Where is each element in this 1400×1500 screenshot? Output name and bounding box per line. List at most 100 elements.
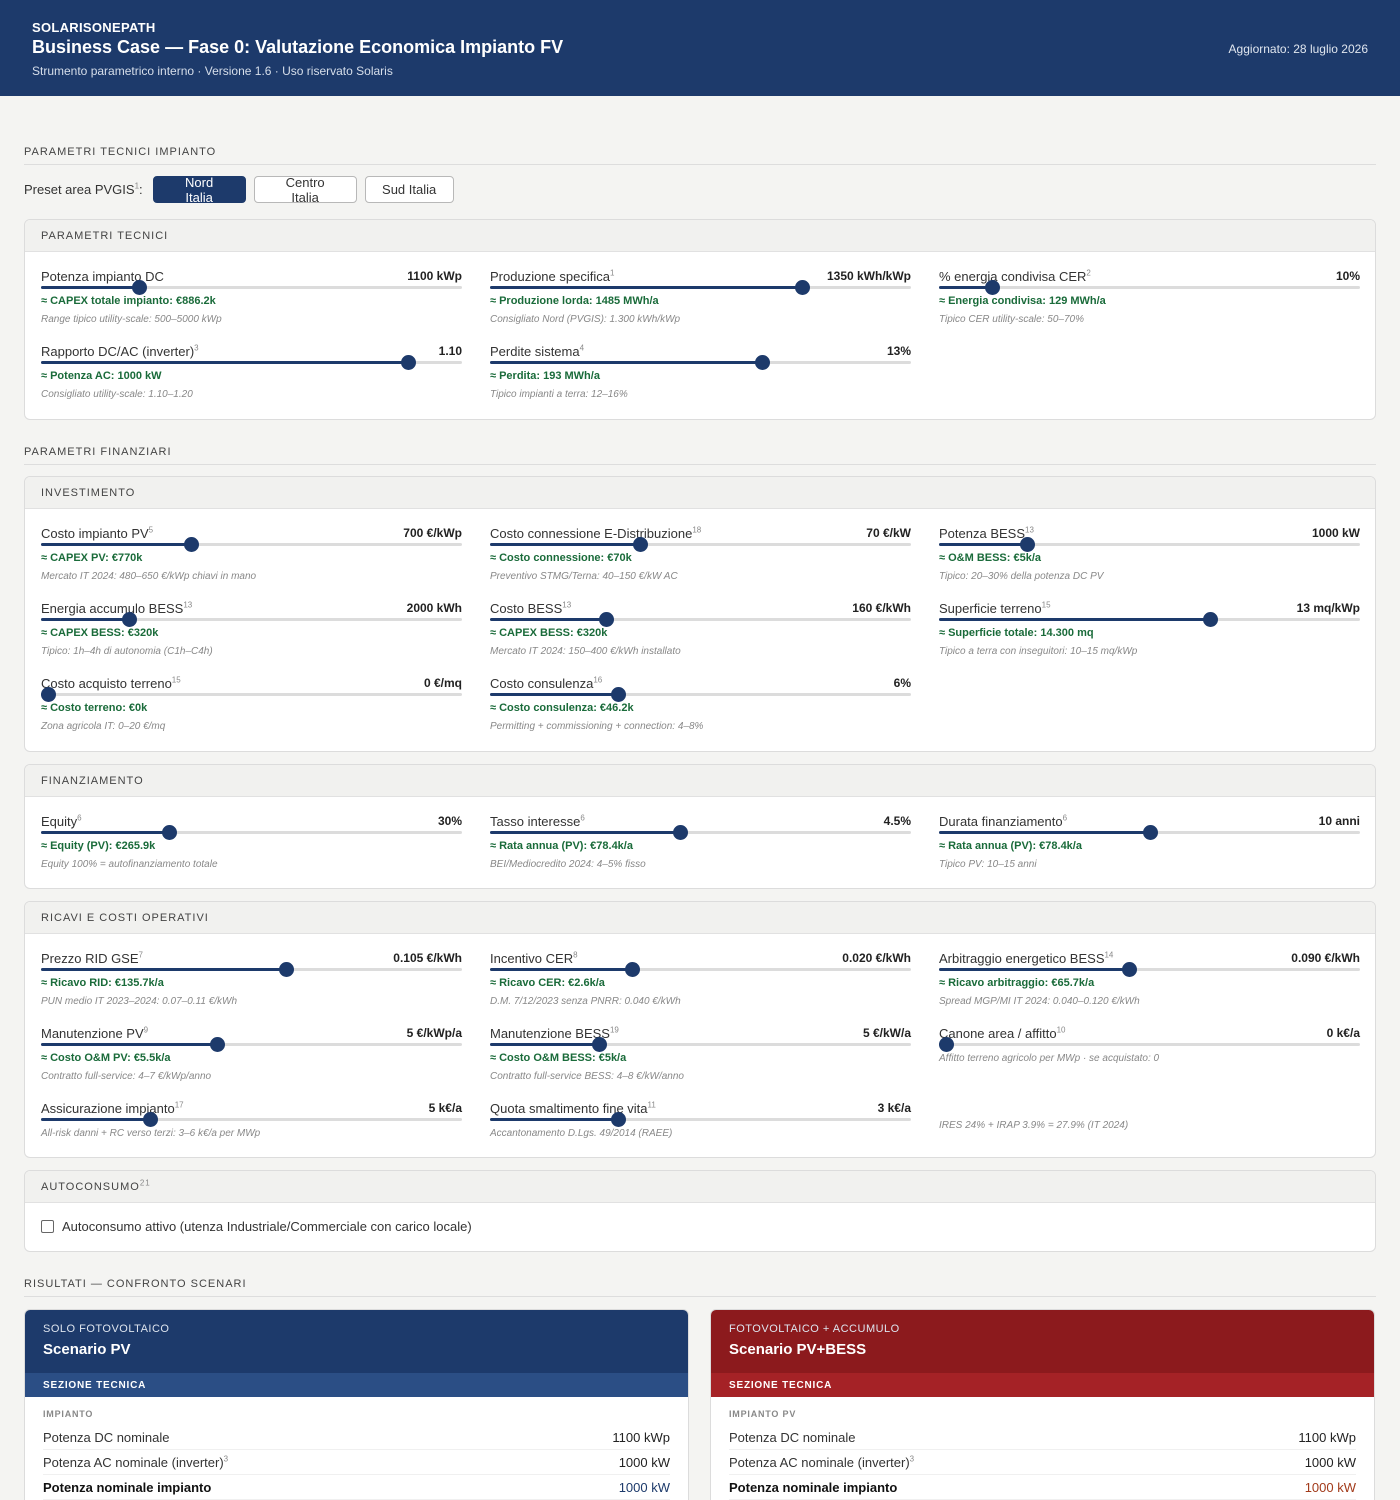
param-hint: Accantonamento D.Lgs. 49/2014 (RAEE) xyxy=(490,1128,673,1139)
autoconsumo-toggle[interactable]: Autoconsumo attivo (utenza Industriale/C… xyxy=(41,1219,472,1234)
slider-thumb[interactable] xyxy=(599,612,615,627)
slider-thumb[interactable] xyxy=(401,355,417,370)
param-hint: Equity 100% = autofinanziamento totale xyxy=(41,859,218,870)
param-label: Canone area / affitto10 xyxy=(939,1025,1066,1041)
card-title: PARAMETRI TECNICI xyxy=(25,220,1375,252)
slider-thumb[interactable] xyxy=(633,537,649,552)
param-hint: Mercato IT 2024: 480–650 €/kWp chiavi in… xyxy=(41,571,257,582)
preset-centro-button[interactable]: Centro Italia xyxy=(253,175,357,205)
slider-fill xyxy=(41,968,286,971)
slider-track[interactable] xyxy=(939,1037,1360,1052)
slider-thumb[interactable] xyxy=(184,537,200,552)
param-label: Durata finanziamento6 xyxy=(939,813,1068,829)
param-equity: Equity6 30% ≈ Equity (PV): €265.9k Equity 1… xyxy=(41,797,462,872)
param-estimate: ≈ Ricavo arbitraggio: €65.7k/a xyxy=(939,977,1095,989)
param-estimate: ≈ Rata annua (PV): €78.4k/a xyxy=(490,840,633,852)
slider-thumb[interactable] xyxy=(625,962,641,977)
slider-track[interactable] xyxy=(939,537,1360,552)
slider-fill xyxy=(41,618,130,621)
param-hint: Contratto full-service BESS: 4–8 €/kW/an… xyxy=(490,1071,684,1082)
card-ricavi: RICAVI E COSTI OPERATIVI Prezzo RID GSE7… xyxy=(24,901,1376,1158)
param-hint: D.M. 7/12/2023 senza PNRR: 0.040 €/kWh xyxy=(490,996,681,1007)
slider-thumb[interactable] xyxy=(41,687,57,702)
slider-track[interactable] xyxy=(41,280,462,295)
slider-track[interactable] xyxy=(41,962,462,977)
slider-fill xyxy=(41,361,409,364)
slider-track[interactable] xyxy=(490,687,911,702)
param-label: Tasso interesse6 xyxy=(490,813,585,829)
slider-fill xyxy=(490,693,619,696)
slider-track[interactable] xyxy=(41,1037,462,1052)
param-estimate: ≈ Energia condivisa: 129 MWh/a xyxy=(939,295,1106,307)
slider-thumb[interactable] xyxy=(611,687,627,702)
slider-thumb[interactable] xyxy=(1202,612,1218,627)
slider-thumb[interactable] xyxy=(162,825,178,840)
slider-track[interactable] xyxy=(939,962,1360,977)
param-hint: Tipico impianti a terra: 12–16% xyxy=(490,389,628,400)
slider-track[interactable] xyxy=(41,537,462,552)
slider-track[interactable] xyxy=(41,825,462,840)
slider-fill xyxy=(939,286,992,289)
slider-track[interactable] xyxy=(41,687,462,702)
slider-thumb[interactable] xyxy=(984,280,1000,295)
card-autoconsumo: AUTOCONSUMO21 Autoconsumo attivo (utenza… xyxy=(24,1170,1376,1252)
scenario-name: Scenario PV xyxy=(43,1341,131,1358)
slider-track[interactable] xyxy=(490,962,911,977)
slider-fill xyxy=(490,1043,600,1046)
slider-thumb[interactable] xyxy=(1142,825,1158,840)
slider-thumb[interactable] xyxy=(592,1037,608,1052)
preset-sud-button[interactable]: Sud Italia xyxy=(364,176,454,203)
slider-fill xyxy=(490,543,641,546)
slider-thumb[interactable] xyxy=(1020,537,1036,552)
slider-track[interactable] xyxy=(939,280,1360,295)
param-estimate: ≈ CAPEX PV: €770k xyxy=(41,552,143,564)
param-value: 10 anni xyxy=(1318,814,1360,828)
param-estimate: ≈ CAPEX BESS: €320k xyxy=(41,627,159,639)
slider-track[interactable] xyxy=(490,537,911,552)
param-tasso-interesse: Tasso interesse6 4.5% ≈ Rata annua (PV): €… xyxy=(490,797,911,872)
result-row: Potenza AC nominale (inverter)3 1000 kW xyxy=(729,1450,1356,1475)
slider-thumb[interactable] xyxy=(132,280,148,295)
slider-fill xyxy=(41,543,192,546)
slider-fill xyxy=(41,286,140,289)
slider-fill xyxy=(490,831,681,834)
slider-thumb[interactable] xyxy=(1122,962,1138,977)
slider-thumb[interactable] xyxy=(210,1037,226,1052)
param-estimate: ≈ Potenza AC: 1000 kW xyxy=(41,370,162,382)
slider-track[interactable] xyxy=(490,355,911,370)
slider-thumb[interactable] xyxy=(278,962,294,977)
scenario-kicker: SOLO FOTOVOLTAICO xyxy=(43,1323,170,1335)
slider-track[interactable] xyxy=(490,612,911,627)
brand-name: SOLARISONEPATH xyxy=(32,20,156,35)
slider-track[interactable] xyxy=(490,1037,911,1052)
slider-thumb[interactable] xyxy=(611,1112,627,1127)
param-hint: Spread MGP/MI IT 2024: 0.040–0.120 €/kWh xyxy=(939,996,1140,1007)
param-hint: Tipico: 20–30% della potenza DC PV xyxy=(939,571,1104,582)
slider-track[interactable] xyxy=(41,1112,462,1127)
slider-fill xyxy=(939,968,1130,971)
param-value: 1350 kWh/kWp xyxy=(826,269,911,283)
slider-track[interactable] xyxy=(490,1112,911,1127)
param-hint: PUN medio IT 2023–2024: 0.07–0.11 €/kWh xyxy=(41,996,238,1007)
slider-track[interactable] xyxy=(490,280,911,295)
section-title-tecnici: PARAMETRI TECNICI IMPIANTO xyxy=(24,146,1376,165)
slider-track[interactable] xyxy=(490,825,911,840)
slider-thumb[interactable] xyxy=(673,825,689,840)
slider-track[interactable] xyxy=(939,825,1360,840)
slider-thumb[interactable] xyxy=(794,280,810,295)
slider-thumb[interactable] xyxy=(143,1112,159,1127)
param-superficie-terreno: Superficie terreno15 13 mq/kWp ≈ Superfici… xyxy=(939,584,1360,659)
autoconsumo-checkbox[interactable] xyxy=(41,1220,54,1233)
slider-fill xyxy=(939,543,1028,546)
param-value: 2000 kWh xyxy=(406,601,462,615)
scenario-pv-card: SOLO FOTOVOLTAICO Scenario PV SEZIONE TE… xyxy=(24,1309,689,1500)
slider-track[interactable] xyxy=(41,612,462,627)
slider-thumb[interactable] xyxy=(754,355,770,370)
slider-track[interactable] xyxy=(41,355,462,370)
preset-nord-button[interactable]: Nord Italia xyxy=(152,175,246,205)
slider-fill xyxy=(490,1118,619,1121)
slider-track[interactable] xyxy=(939,612,1360,627)
slider-thumb[interactable] xyxy=(939,1037,955,1052)
param-estimate: ≈ Costo connessione: €70k xyxy=(490,552,632,564)
slider-thumb[interactable] xyxy=(122,612,138,627)
